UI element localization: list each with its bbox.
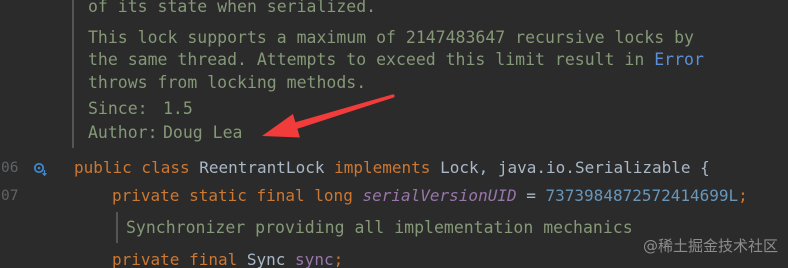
doc-line: This lock supports a maximum of 21474836… — [88, 28, 694, 47]
keyword-token[interactable]: private static final long — [112, 186, 353, 205]
type-token[interactable]: Sync — [247, 250, 286, 268]
doc-author-row: Author: Doug Lea — [88, 122, 242, 144]
code-editor[interactable]: 06 07 of its state when serialized. This… — [0, 0, 788, 268]
operator-token[interactable]: = — [526, 186, 536, 205]
annotation-arrow-tail — [391, 94, 395, 98]
doc-line: throws from locking methods. — [88, 73, 367, 92]
author-label: Author: — [88, 123, 158, 142]
author-value: Doug Lea — [163, 123, 243, 142]
line-number-07[interactable]: 07 — [1, 186, 18, 206]
field-token[interactable]: sync — [295, 250, 334, 268]
implemented-by-subclasses-icon[interactable] — [33, 161, 47, 177]
keyword-token[interactable]: public class — [74, 158, 190, 177]
doc-comment-rule — [116, 212, 118, 243]
code-line-class-declaration[interactable]: public class ReentrantLock implements Lo… — [74, 158, 710, 178]
watermark: @稀土掘金技术社区 — [642, 237, 778, 255]
semicolon-token[interactable]: ; — [334, 250, 344, 268]
code-line-sync-field[interactable]: private final Sync sync; — [112, 252, 343, 268]
doc-comment-rule — [72, 0, 74, 148]
doc-line: of its state when serialized. — [88, 0, 377, 16]
since-label: Since: — [88, 99, 148, 118]
interfaces-token[interactable]: Lock, java.io.Serializable { — [440, 158, 710, 177]
error-class-link[interactable]: Error — [654, 50, 704, 69]
doc-since-row: Since: 1.5 — [88, 98, 193, 120]
since-value: 1.5 — [163, 99, 193, 118]
semicolon-token[interactable]: ; — [738, 186, 748, 205]
keyword-token[interactable]: private final — [112, 250, 237, 268]
class-name-token[interactable]: ReentrantLock — [199, 158, 324, 177]
doc-line: Synchronizer providing all implementatio… — [126, 218, 633, 237]
line-number-06[interactable]: 06 — [1, 158, 18, 178]
doc-line: the same thread. Attempts to exceed this… — [88, 49, 704, 71]
keyword-token[interactable]: implements — [334, 158, 430, 177]
static-field-token[interactable]: serialVersionUID — [362, 186, 516, 205]
annotation-arrow — [262, 94, 394, 138]
number-literal-token[interactable]: 7373984872572414699L — [546, 186, 739, 205]
doc-line-text: the same thread. Attempts to exceed this… — [88, 50, 645, 69]
code-line-serial-version-uid[interactable]: private static final long serialVersionU… — [112, 186, 748, 206]
